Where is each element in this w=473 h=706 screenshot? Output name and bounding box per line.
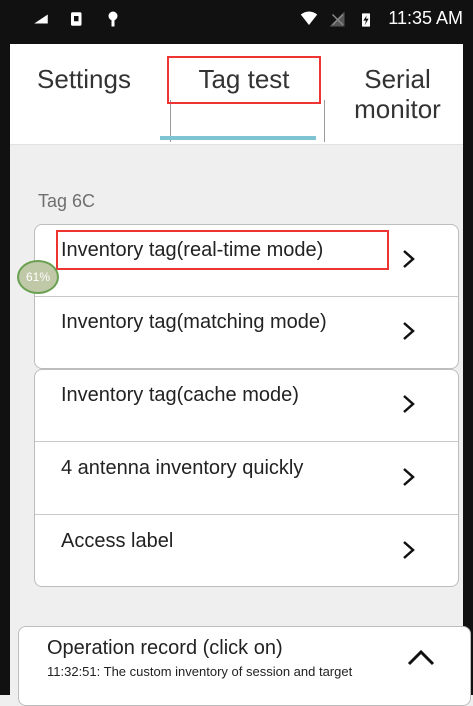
progress-badge: 61% (17, 260, 59, 294)
tab-serial-monitor[interactable]: Serial monitor (332, 44, 463, 144)
highlight-box (56, 230, 389, 270)
list-item-label: Access label (61, 530, 174, 552)
list-item-inventory-matching[interactable]: Inventory tag(matching mode) (35, 297, 458, 368)
section-label: Tag 6C (38, 191, 96, 211)
highlight-box (167, 56, 321, 104)
tab-label: Serial monitor (354, 64, 441, 124)
operation-record-log: 11:32:51: The custom inventory of sessio… (47, 664, 353, 679)
chevron-right-icon (402, 465, 416, 489)
list-item-access-label[interactable]: Access label (35, 516, 458, 586)
tab-divider (324, 100, 325, 142)
list-item-label: Inventory tag(matching mode) (61, 311, 327, 333)
tab-label: Settings (37, 64, 131, 94)
list-item-label: 4 antenna inventory quickly (61, 457, 304, 479)
operation-record-panel[interactable]: Operation record (click on) 11:32:51: Th… (18, 626, 471, 706)
list-item-4-antenna[interactable]: 4 antenna inventory quickly (35, 443, 458, 515)
battery-charging-icon (358, 10, 376, 28)
menu-card: Inventory tag(cache mode) 4 antenna inve… (34, 369, 459, 587)
usb-debug-icon (32, 10, 50, 28)
no-signal-icon (328, 10, 346, 28)
wifi-icon (298, 10, 318, 28)
tab-settings[interactable]: Settings (22, 44, 146, 144)
chevron-right-icon (402, 247, 416, 271)
status-bar: 11:35 AM (0, 0, 473, 44)
status-time: 11:35 AM (388, 8, 463, 28)
operation-record-title: Operation record (click on) (47, 637, 283, 659)
chevron-right-icon (402, 538, 416, 562)
list-item-inventory-cache[interactable]: Inventory tag(cache mode) (35, 370, 458, 442)
chevron-right-icon (402, 319, 416, 343)
sim-icon (68, 10, 86, 28)
active-tab-indicator (160, 136, 316, 140)
chevron-up-icon[interactable] (406, 647, 436, 667)
android-icon (104, 10, 122, 28)
chevron-right-icon (402, 392, 416, 416)
list-item-label: Inventory tag(cache mode) (61, 384, 299, 406)
